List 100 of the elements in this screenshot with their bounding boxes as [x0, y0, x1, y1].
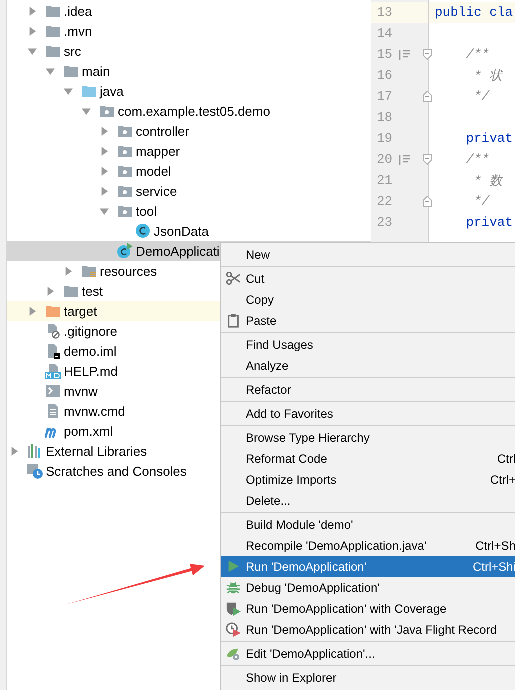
menu-item[interactable]: Refactor: [221, 379, 515, 400]
line-number: 15: [377, 47, 394, 62]
collapsed-arrow-icon[interactable]: [100, 166, 108, 176]
code-text: * 数: [473, 172, 503, 190]
tree-label: pom.xml: [64, 424, 114, 438]
tree-row[interactable]: mapper: [7, 141, 371, 161]
folder-icon: [45, 43, 61, 59]
line-number: 14: [377, 26, 394, 41]
menu-item[interactable]: Optimize Imports Ctrl+: [221, 469, 515, 490]
menu-item[interactable]: Find Usages: [221, 334, 515, 355]
class-icon: [117, 243, 133, 259]
menu-item[interactable]: Debug 'DemoApplication': [221, 577, 515, 598]
menu-item[interactable]: Cut: [221, 268, 515, 289]
clock-icon: [226, 622, 241, 637]
collapsed-arrow-icon[interactable]: [46, 286, 54, 296]
tree-row[interactable]: com.example.test05.demo: [7, 101, 371, 121]
menu-item[interactable]: Delete...: [221, 490, 515, 511]
tree-label: resources: [100, 264, 158, 278]
menu-item[interactable]: Run 'DemoApplication' with 'Java Flight Record: [221, 619, 515, 640]
tree-row[interactable]: tool: [7, 201, 371, 221]
package-icon: [117, 183, 133, 199]
clipboard-icon: [226, 313, 241, 328]
markdown-file-icon: [45, 363, 61, 379]
tree-row[interactable]: main: [7, 61, 371, 81]
tree-row[interactable]: src: [7, 41, 371, 61]
code-text: */: [473, 194, 490, 209]
fold-icon[interactable]: [423, 91, 432, 102]
tree-row[interactable]: .idea: [7, 1, 371, 21]
code-text: /**: [465, 47, 490, 62]
menu-item[interactable]: Reformat Code Ctrl: [221, 448, 515, 469]
collapsed-arrow-icon[interactable]: [10, 446, 18, 456]
code-editor[interactable]: 13 14 15 16 17 18 19 20 21 22 23 public cla /** * 状 */ privat /** * 数 */ privat: [371, 0, 515, 242]
tree-row[interactable]: java: [7, 81, 371, 101]
tree-row[interactable]: service: [7, 181, 371, 201]
menu-item[interactable]: Run 'DemoApplication' Ctrl+Shi: [221, 556, 515, 577]
package-icon: [117, 203, 133, 219]
menu-item[interactable]: Add to Favorites: [221, 403, 515, 424]
libraries-icon: [27, 443, 43, 459]
menu-item[interactable]: Edit 'DemoApplication'...: [221, 643, 515, 664]
tree-label: target: [64, 304, 98, 318]
menu-item[interactable]: Build Module 'demo': [221, 514, 515, 535]
edit-config-icon: [226, 646, 241, 661]
lines-icon[interactable]: [399, 48, 411, 60]
folder-icon: [45, 303, 61, 319]
fold-icon[interactable]: [423, 196, 432, 207]
collapsed-arrow-icon[interactable]: [28, 6, 36, 16]
fold-icon[interactable]: [423, 49, 432, 60]
tree-label: JsonData: [154, 224, 209, 238]
tree-label: .idea: [64, 4, 92, 18]
run-icon: [226, 559, 241, 574]
package-icon: [117, 163, 133, 179]
tree-row[interactable]: .mvn: [7, 21, 371, 41]
menu-item[interactable]: Recompile 'DemoApplication.java' Ctrl+Sh: [221, 535, 515, 556]
menu-item[interactable]: Analyze: [221, 355, 515, 376]
fold-icon[interactable]: [423, 154, 432, 165]
collapsed-arrow-icon[interactable]: [100, 186, 108, 196]
lines-icon[interactable]: [399, 154, 411, 166]
line-number: 16: [377, 68, 394, 83]
menu-item[interactable]: Run 'DemoApplication' with Coverage: [221, 598, 515, 619]
expanded-arrow-icon[interactable]: [100, 206, 108, 216]
tree-label: controller: [136, 124, 190, 138]
tree-label: test: [82, 284, 103, 298]
scissors-icon: [226, 271, 241, 286]
code-text: /**: [465, 152, 490, 167]
tree-label: External Libraries: [46, 444, 148, 458]
collapsed-arrow-icon[interactable]: [64, 266, 72, 276]
tree-label: com.example.test05.demo: [118, 104, 270, 118]
tree-label: java: [100, 84, 124, 98]
tree-label: model: [136, 164, 172, 178]
expanded-arrow-icon[interactable]: [64, 86, 72, 96]
tree-label: service: [136, 184, 178, 198]
tree-label: tool: [136, 204, 157, 218]
folder-icon: [63, 63, 79, 79]
tree-row[interactable]: controller: [7, 121, 371, 141]
resource-folder-icon: [81, 263, 97, 279]
scratches-icon: [27, 463, 43, 479]
class-icon: [135, 223, 151, 239]
line-number: 13: [377, 5, 394, 20]
collapsed-arrow-icon[interactable]: [100, 146, 108, 156]
collapsed-arrow-icon[interactable]: [28, 26, 36, 36]
tree-row[interactable]: model: [7, 161, 371, 181]
folder-icon: [81, 83, 97, 99]
tree-label: DemoApplicati: [136, 244, 220, 258]
expanded-arrow-icon[interactable]: [28, 46, 36, 56]
line-number: 23: [377, 215, 394, 230]
folder-icon: [45, 23, 61, 39]
package-icon: [117, 143, 133, 159]
tree-label: HELP.md: [64, 364, 118, 378]
collapsed-arrow-icon[interactable]: [100, 126, 108, 136]
tree-label: Scratches and Consoles: [46, 464, 187, 478]
code-text: privat: [465, 215, 514, 230]
code-text: * 状: [473, 68, 503, 84]
menu-item[interactable]: Show in Explorer: [221, 667, 515, 688]
tree-row[interactable]: JsonData: [7, 221, 371, 241]
menu-item[interactable]: Browse Type Hierarchy: [221, 427, 515, 448]
collapsed-arrow-icon[interactable]: [28, 306, 36, 316]
code-text: privat: [465, 131, 514, 146]
tree-label: mapper: [136, 144, 180, 158]
expanded-arrow-icon[interactable]: [82, 106, 90, 116]
expanded-arrow-icon[interactable]: [46, 66, 54, 76]
